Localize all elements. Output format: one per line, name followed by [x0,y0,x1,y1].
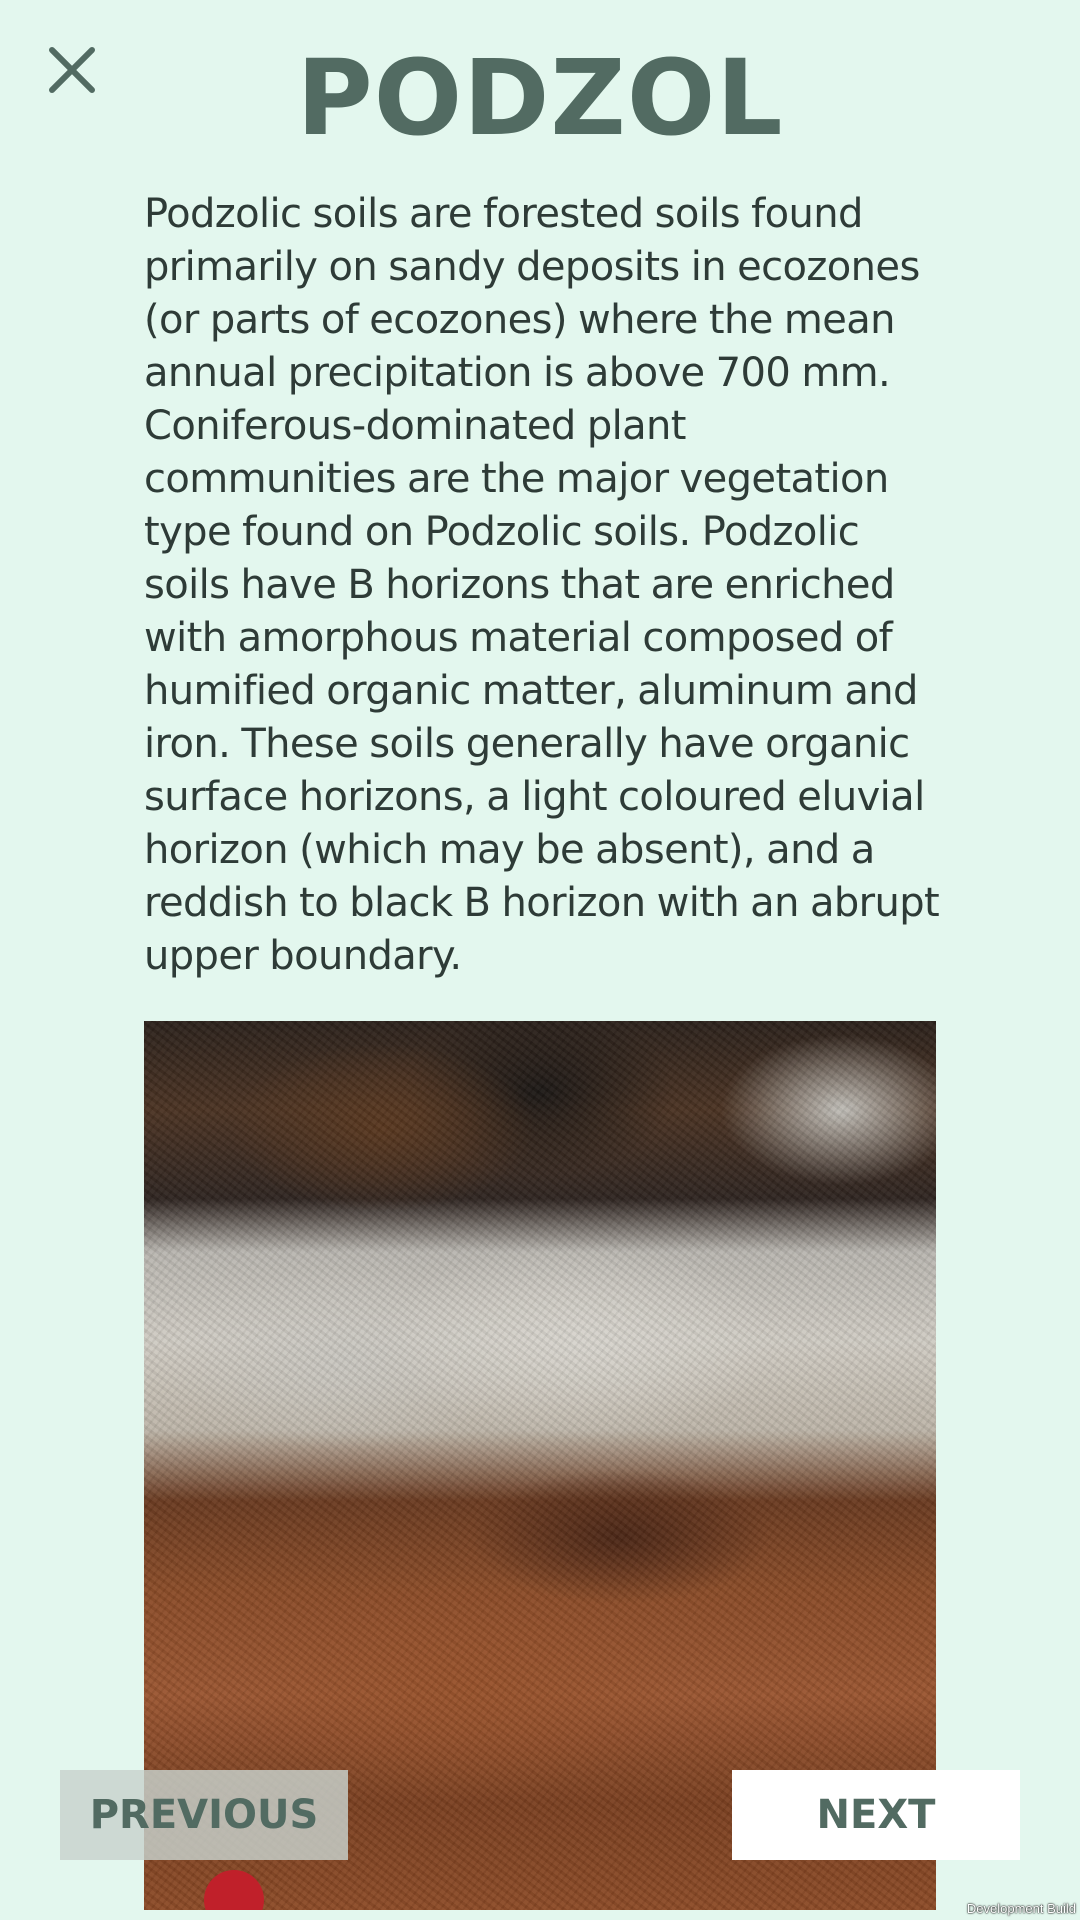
previous-button[interactable]: PREVIOUS [60,1770,348,1860]
soil-description: Podzolic soils are forested soils found … [144,191,940,979]
development-build-label: Development Build [966,1901,1076,1916]
page-title: PODZOL [296,37,784,159]
next-button[interactable]: NEXT [732,1770,1020,1860]
